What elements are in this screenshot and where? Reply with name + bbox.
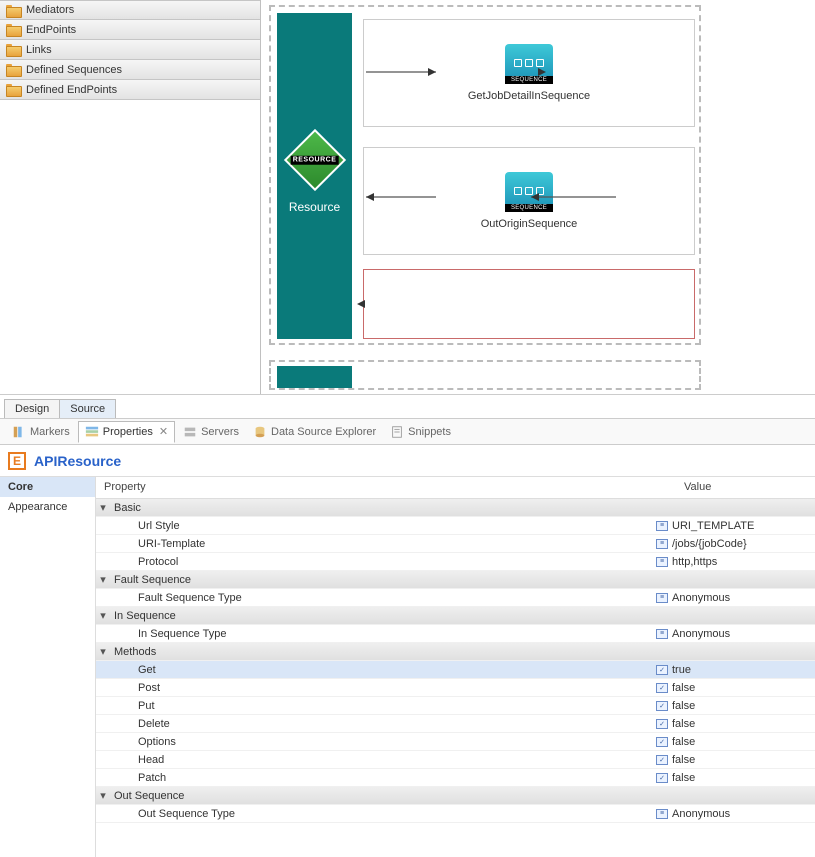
chevron-down-icon[interactable]: ▾ bbox=[96, 645, 110, 658]
folder-icon bbox=[6, 24, 20, 35]
chevron-down-icon[interactable]: ▾ bbox=[96, 609, 110, 622]
resource-container[interactable]: RESOURCE Resource SEQUENCE GetJobDetailI… bbox=[269, 5, 701, 345]
resource-icon: RESOURCE bbox=[283, 129, 345, 191]
properties-icon bbox=[85, 425, 99, 439]
value-type-icon: ✓ bbox=[656, 755, 668, 765]
palette-item-label: Defined Sequences bbox=[26, 64, 122, 76]
column-value[interactable]: Value bbox=[676, 477, 815, 498]
property-row-protocol[interactable]: Protocol ≡http,https bbox=[96, 553, 815, 571]
out-sequence-caption: OutOriginSequence bbox=[481, 218, 578, 230]
properties-categories: Core Appearance bbox=[0, 477, 96, 857]
property-row-post[interactable]: Post ✓false bbox=[96, 679, 815, 697]
value-type-icon: ✓ bbox=[656, 719, 668, 729]
tab-data-source-explorer[interactable]: Data Source Explorer bbox=[247, 422, 382, 442]
palette-item-endpoints[interactable]: EndPoints bbox=[0, 20, 260, 40]
bottom-view-tabs: Markers Properties ✕ Servers Data Source… bbox=[0, 419, 815, 445]
fault-sequence-box[interactable] bbox=[363, 269, 695, 339]
palette-item-mediators[interactable]: Mediators bbox=[0, 0, 260, 20]
editor-tabs: Design Source bbox=[0, 395, 815, 419]
palette-item-defined-endpoints[interactable]: Defined EndPoints bbox=[0, 80, 260, 100]
property-row-in-sequence-type[interactable]: In Sequence Type ≡Anonymous bbox=[96, 625, 815, 643]
property-row-options[interactable]: Options ✓false bbox=[96, 733, 815, 751]
palette-item-label: EndPoints bbox=[26, 24, 76, 36]
section-in-sequence[interactable]: ▾ In Sequence bbox=[96, 607, 815, 625]
markers-icon bbox=[12, 425, 26, 439]
value-type-icon: ✓ bbox=[656, 665, 668, 675]
value-type-icon: ≡ bbox=[656, 629, 668, 639]
tab-snippets[interactable]: Snippets bbox=[384, 422, 457, 442]
section-fault-sequence[interactable]: ▾ Fault Sequence bbox=[96, 571, 815, 589]
folder-icon bbox=[6, 64, 20, 75]
value-type-icon: ✓ bbox=[656, 683, 668, 693]
in-sequence-caption: GetJobDetailInSequence bbox=[468, 90, 590, 102]
tab-servers[interactable]: Servers bbox=[177, 422, 245, 442]
chevron-down-icon[interactable]: ▾ bbox=[96, 573, 110, 586]
value-type-icon: ✓ bbox=[656, 773, 668, 783]
snippets-icon bbox=[390, 425, 404, 439]
properties-header: E APIResource bbox=[0, 445, 815, 477]
resource-label: Resource bbox=[289, 200, 340, 214]
value-type-icon: ≡ bbox=[656, 557, 668, 567]
column-property[interactable]: Property bbox=[96, 477, 676, 498]
property-row-put[interactable]: Put ✓false bbox=[96, 697, 815, 715]
property-row-fault-sequence-type[interactable]: Fault Sequence Type ≡Anonymous bbox=[96, 589, 815, 607]
properties-table: Property Value ▾ Basic Url Style ≡URI_TE… bbox=[96, 477, 815, 857]
palette-item-links[interactable]: Links bbox=[0, 40, 260, 60]
value-type-icon: ✓ bbox=[656, 701, 668, 711]
design-canvas[interactable]: RESOURCE Resource SEQUENCE GetJobDetailI… bbox=[261, 0, 815, 394]
servers-icon bbox=[183, 425, 197, 439]
value-type-icon: ✓ bbox=[656, 737, 668, 747]
sequence-icon: SEQUENCE bbox=[505, 172, 553, 212]
category-core[interactable]: Core bbox=[0, 477, 95, 497]
resource-container-collapsed[interactable] bbox=[269, 360, 701, 390]
category-appearance[interactable]: Appearance bbox=[0, 497, 95, 517]
palette-item-label: Defined EndPoints bbox=[26, 84, 117, 96]
value-type-icon: ≡ bbox=[656, 809, 668, 819]
resource-node[interactable]: RESOURCE Resource bbox=[277, 13, 352, 339]
property-row-url-style[interactable]: Url Style ≡URI_TEMPLATE bbox=[96, 517, 815, 535]
properties-table-header: Property Value bbox=[96, 477, 815, 499]
tab-design[interactable]: Design bbox=[4, 399, 60, 418]
resource-node-collapsed[interactable] bbox=[277, 366, 352, 388]
value-type-icon: ≡ bbox=[656, 521, 668, 531]
chevron-down-icon[interactable]: ▾ bbox=[96, 501, 110, 514]
section-methods[interactable]: ▾ Methods bbox=[96, 643, 815, 661]
palette-item-label: Links bbox=[26, 44, 52, 56]
value-type-icon: ≡ bbox=[656, 539, 668, 549]
property-row-delete[interactable]: Delete ✓false bbox=[96, 715, 815, 733]
close-icon[interactable]: ✕ bbox=[159, 425, 168, 438]
folder-icon bbox=[6, 44, 20, 55]
sequence-icon: SEQUENCE bbox=[505, 44, 553, 84]
palette-sidebar: Mediators EndPoints Links Defined Sequen… bbox=[0, 0, 261, 394]
folder-icon bbox=[6, 5, 20, 16]
chevron-down-icon[interactable]: ▾ bbox=[96, 789, 110, 802]
property-row-out-sequence-type[interactable]: Out Sequence Type ≡Anonymous bbox=[96, 805, 815, 823]
section-out-sequence[interactable]: ▾ Out Sequence bbox=[96, 787, 815, 805]
out-sequence-box[interactable]: SEQUENCE OutOriginSequence bbox=[363, 147, 695, 255]
tab-properties[interactable]: Properties ✕ bbox=[78, 421, 175, 443]
in-sequence-box[interactable]: SEQUENCE GetJobDetailInSequence bbox=[363, 19, 695, 127]
palette-item-label: Mediators bbox=[26, 4, 74, 16]
property-row-uri-template[interactable]: URI-Template ≡/jobs/{jobCode} bbox=[96, 535, 815, 553]
folder-icon bbox=[6, 84, 20, 95]
database-icon bbox=[253, 425, 267, 439]
property-row-head[interactable]: Head ✓false bbox=[96, 751, 815, 769]
value-type-icon: ≡ bbox=[656, 593, 668, 603]
tab-markers[interactable]: Markers bbox=[6, 422, 76, 442]
properties-title: APIResource bbox=[34, 453, 121, 469]
property-row-get[interactable]: Get ✓true bbox=[96, 661, 815, 679]
section-basic[interactable]: ▾ Basic bbox=[96, 499, 815, 517]
property-row-patch[interactable]: Patch ✓false bbox=[96, 769, 815, 787]
api-resource-icon: E bbox=[8, 452, 26, 470]
tab-source[interactable]: Source bbox=[59, 399, 116, 418]
palette-item-defined-sequences[interactable]: Defined Sequences bbox=[0, 60, 260, 80]
